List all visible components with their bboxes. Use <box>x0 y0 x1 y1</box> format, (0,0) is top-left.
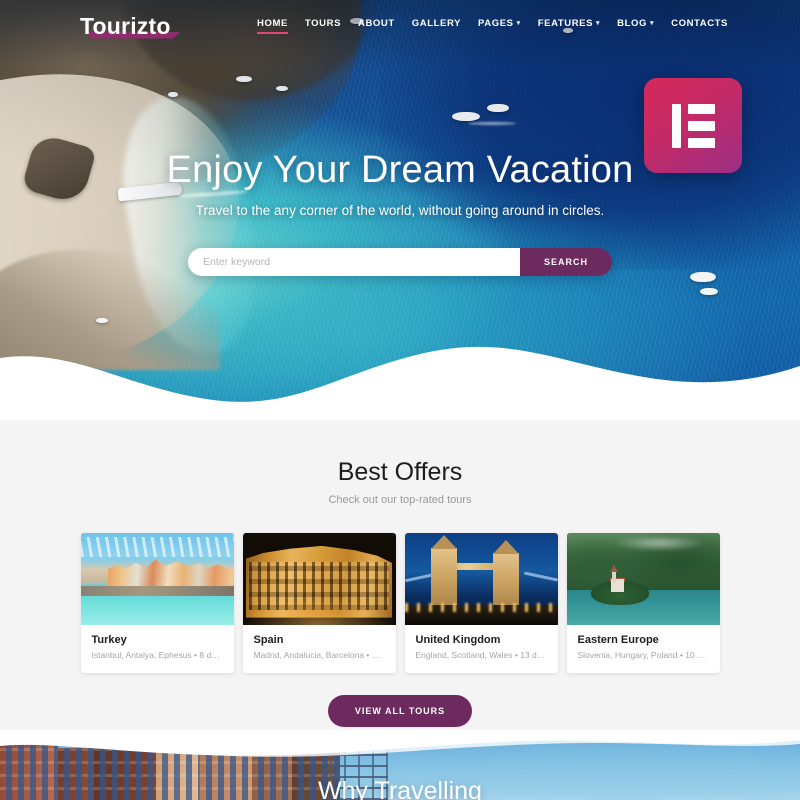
tour-card-image <box>566 533 720 625</box>
best-offers-section: Best Offers Check out our top-rated tour… <box>0 420 800 730</box>
nav-label: BLOG <box>617 18 647 29</box>
search-input[interactable] <box>188 247 520 276</box>
nav-item-about[interactable]: ABOUT <box>358 18 395 34</box>
nav-label: FEATURES <box>537 18 594 29</box>
site-logo[interactable]: Tourizto <box>80 12 181 40</box>
tour-card-spain[interactable]: Spain Madrid, Andalucia, Barcelona • 9 d… <box>242 533 396 673</box>
nav-item-home[interactable]: HOME <box>257 18 288 34</box>
tour-card-united-kingdom[interactable]: United Kingdom England, Scotland, Wales … <box>404 533 558 673</box>
clouds <box>80 536 234 557</box>
tour-card-image <box>80 533 234 625</box>
tour-card-title: Spain <box>253 634 284 646</box>
tour-card-body: Eastern Europe Slovenia, Hungary, Poland… <box>567 625 720 673</box>
chevron-down-icon: ▾ <box>650 20 655 27</box>
tour-card-meta: Istanbul, Antalya, Ephesus • 8 days... <box>91 650 223 660</box>
hero-subtitle: Travel to the any corner of the world, w… <box>195 202 605 218</box>
church-spire <box>610 564 619 582</box>
elementor-logo-icon[interactable] <box>644 78 742 173</box>
tour-card-meta: Slovenia, Hungary, Poland • 10 days... <box>577 650 709 660</box>
main-navigation: HOME TOURS ABOUT GALLERY PAGES ▾ FEATURE… <box>257 18 728 34</box>
tour-card-image <box>242 533 396 625</box>
tour-card-meta: England, Scotland, Wales • 13 days... <box>415 650 547 660</box>
nav-label: PAGES <box>478 18 514 29</box>
elementor-bar <box>687 137 715 148</box>
elementor-bars-horizontal <box>687 103 715 148</box>
nav-item-contacts[interactable]: CONTACTS <box>671 18 728 34</box>
street-light-glow <box>242 597 396 625</box>
landing-page: Tourizto HOME TOURS ABOUT GALLERY PAGES … <box>0 0 800 800</box>
search-button[interactable]: SEARCH <box>520 247 612 276</box>
hero-section: Tourizto HOME TOURS ABOUT GALLERY PAGES … <box>0 0 800 420</box>
tour-card-title: Eastern Europe <box>577 634 659 646</box>
section-title: Best Offers <box>337 458 463 486</box>
hero-search-bar: SEARCH <box>188 247 612 276</box>
why-travelling-section: Why Travelling <box>0 730 800 800</box>
tour-card-eastern-europe[interactable]: Eastern Europe Slovenia, Hungary, Poland… <box>566 533 720 673</box>
tour-card-image <box>404 533 558 625</box>
nav-label: HOME <box>257 18 288 29</box>
view-all-tours-button[interactable]: VIEW ALL TOURS <box>327 695 473 727</box>
wave-divider-bottom <box>0 730 800 764</box>
chevron-down-icon: ▾ <box>596 20 601 27</box>
mist <box>612 534 708 552</box>
nav-label: ABOUT <box>358 18 395 29</box>
nav-label: TOURS <box>304 18 342 29</box>
tour-card-meta: Madrid, Andalucia, Barcelona • 9 days... <box>253 650 385 660</box>
section-header: Best Offers Check out our top-rated tour… <box>0 420 800 506</box>
site-header: Tourizto HOME TOURS ABOUT GALLERY PAGES … <box>0 0 800 52</box>
bridge-lights <box>404 602 558 613</box>
nav-item-pages[interactable]: PAGES ▾ <box>478 18 521 34</box>
tour-card-title: United Kingdom <box>415 634 501 646</box>
nav-label: CONTACTS <box>671 18 728 29</box>
shoreline <box>80 586 234 596</box>
nav-item-tours[interactable]: TOURS <box>305 18 341 34</box>
cta-container: VIEW ALL TOURS <box>0 695 800 727</box>
tour-card-title: Turkey <box>91 634 127 646</box>
nav-item-blog[interactable]: BLOG ▾ <box>617 18 654 34</box>
why-section-title: Why Travelling <box>318 777 482 800</box>
section-subtitle: Check out our top-rated tours <box>328 494 472 506</box>
elementor-bar <box>687 120 715 131</box>
nav-item-features[interactable]: FEATURES ▾ <box>538 18 600 34</box>
tour-cards-list: Turkey Istanbul, Antalya, Ephesus • 8 da… <box>0 533 800 673</box>
elementor-bar-vertical <box>671 103 681 148</box>
tour-card-body: Spain Madrid, Andalucia, Barcelona • 9 d… <box>243 625 396 673</box>
tour-card-body: Turkey Istanbul, Antalya, Ephesus • 8 da… <box>81 625 234 673</box>
nav-item-gallery[interactable]: GALLERY <box>412 18 461 34</box>
chevron-down-icon: ▾ <box>516 20 521 27</box>
far-shoreline <box>652 584 717 590</box>
nav-label: GALLERY <box>411 18 462 29</box>
elementor-bar <box>687 103 715 114</box>
tour-card-turkey[interactable]: Turkey Istanbul, Antalya, Ephesus • 8 da… <box>80 533 234 673</box>
logo-text: Tourizto <box>80 12 171 39</box>
elementor-mark <box>671 103 715 148</box>
tour-card-body: United Kingdom England, Scotland, Wales … <box>405 625 558 673</box>
